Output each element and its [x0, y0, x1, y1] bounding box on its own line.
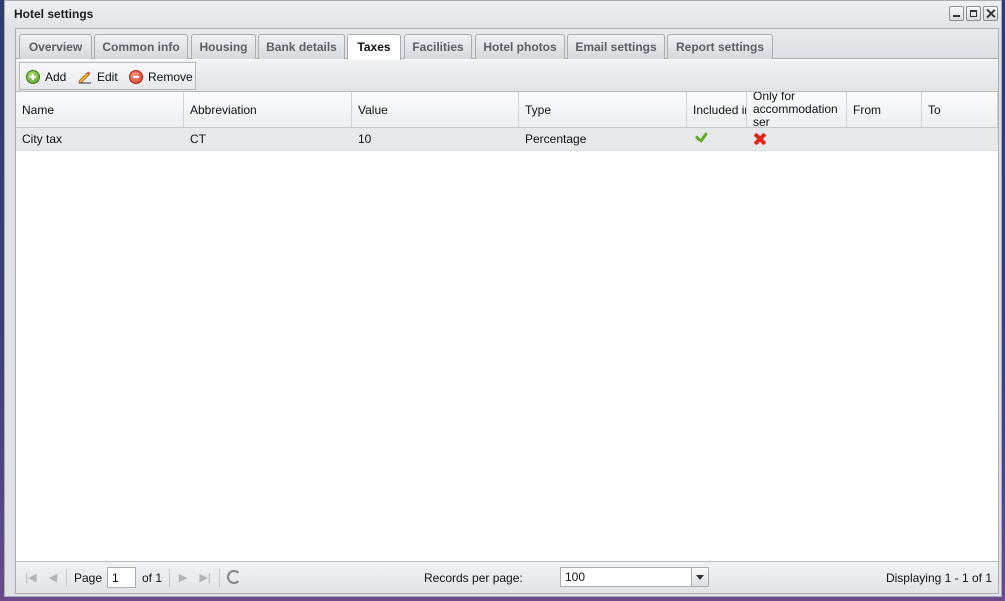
records-per-page-value: 100: [565, 570, 586, 584]
records-per-page-select[interactable]: 100: [560, 567, 709, 587]
column-header-type[interactable]: Type: [519, 92, 687, 127]
grid-header: Name Abbreviation Value Type Included in…: [16, 92, 998, 128]
cell-abbreviation: CT: [190, 132, 206, 146]
refresh-icon[interactable]: [227, 570, 241, 584]
tab-report-settings[interactable]: Report settings: [667, 34, 773, 59]
first-page-icon[interactable]: |◀: [24, 571, 38, 585]
remove-button[interactable]: Remove: [129, 69, 193, 85]
add-label: Add: [45, 70, 67, 84]
tab-taxes[interactable]: Taxes: [347, 34, 401, 60]
column-header-abbreviation[interactable]: Abbreviation: [184, 92, 352, 127]
cell-type: Percentage: [525, 132, 587, 146]
separator: [219, 569, 220, 587]
next-page-icon[interactable]: ▶: [176, 571, 190, 585]
tab-hotel-photos[interactable]: Hotel photos: [475, 34, 565, 59]
edit-label: Edit: [97, 70, 118, 84]
tab-overview[interactable]: Overview: [19, 34, 92, 59]
checkmark-icon: [693, 131, 709, 145]
cell-only-for-accommodation: [747, 128, 847, 150]
tab-email-settings[interactable]: Email settings: [567, 34, 665, 59]
add-button[interactable]: Add: [26, 69, 66, 85]
column-header-to[interactable]: To: [922, 92, 998, 127]
cell-value: 10: [358, 132, 372, 146]
cross-icon: [753, 132, 767, 146]
column-header-included-in[interactable]: Included in: [687, 92, 747, 127]
remove-label: Remove: [148, 70, 193, 84]
tab-bank-details[interactable]: Bank details: [258, 34, 345, 59]
close-icon[interactable]: [983, 6, 998, 21]
tab-facilities[interactable]: Facilities: [404, 34, 472, 59]
separator: [169, 569, 170, 587]
cell-name: City tax: [22, 132, 63, 146]
page-label: Page: [74, 571, 103, 585]
column-header-value[interactable]: Value: [352, 92, 519, 127]
remove-icon: [129, 70, 143, 84]
column-header-from[interactable]: From: [847, 92, 922, 127]
minimize-icon[interactable]: [949, 6, 964, 21]
grid-toolbar: Add Edit Remove: [16, 60, 998, 92]
separator: [66, 569, 67, 587]
cell-included-in: [687, 128, 747, 150]
window-titlebar[interactable]: Hotel settings: [5, 1, 1001, 28]
page-count-label: of 1: [142, 571, 163, 585]
column-header-name[interactable]: Name: [16, 92, 184, 127]
hotel-settings-window: Hotel settings Overview Common info Hous…: [4, 0, 1002, 597]
cell-from: [847, 128, 922, 150]
paging-toolbar: |◀ ◀ Page of 1 ▶ ▶| Records per page: 10…: [16, 561, 998, 593]
last-page-icon[interactable]: ▶|: [198, 571, 212, 585]
table-row[interactable]: City tax CT 10 Percentage: [16, 128, 998, 151]
previous-page-icon[interactable]: ◀: [46, 571, 60, 585]
chevron-down-icon[interactable]: [691, 568, 708, 586]
window-title: Hotel settings: [14, 7, 94, 21]
add-icon: [26, 70, 40, 84]
maximize-icon[interactable]: [966, 6, 981, 21]
pencil-icon: [78, 70, 92, 84]
tab-strip: Overview Common info Housing Bank detail…: [16, 29, 998, 60]
column-header-only-for-accommodation[interactable]: Only for accommodation ser: [747, 92, 847, 127]
displaying-status: Displaying 1 - 1 of 1: [885, 571, 992, 585]
tab-housing[interactable]: Housing: [191, 34, 256, 59]
page-number-input[interactable]: [107, 567, 136, 588]
edit-button[interactable]: Edit: [78, 69, 118, 85]
cell-to: [922, 128, 998, 150]
settings-panel: Overview Common info Housing Bank detail…: [15, 28, 999, 594]
toolbar-button-group: Add Edit Remove: [19, 62, 196, 90]
records-per-page-label: Records per page:: [424, 571, 523, 585]
tab-common-info[interactable]: Common info: [94, 34, 188, 59]
